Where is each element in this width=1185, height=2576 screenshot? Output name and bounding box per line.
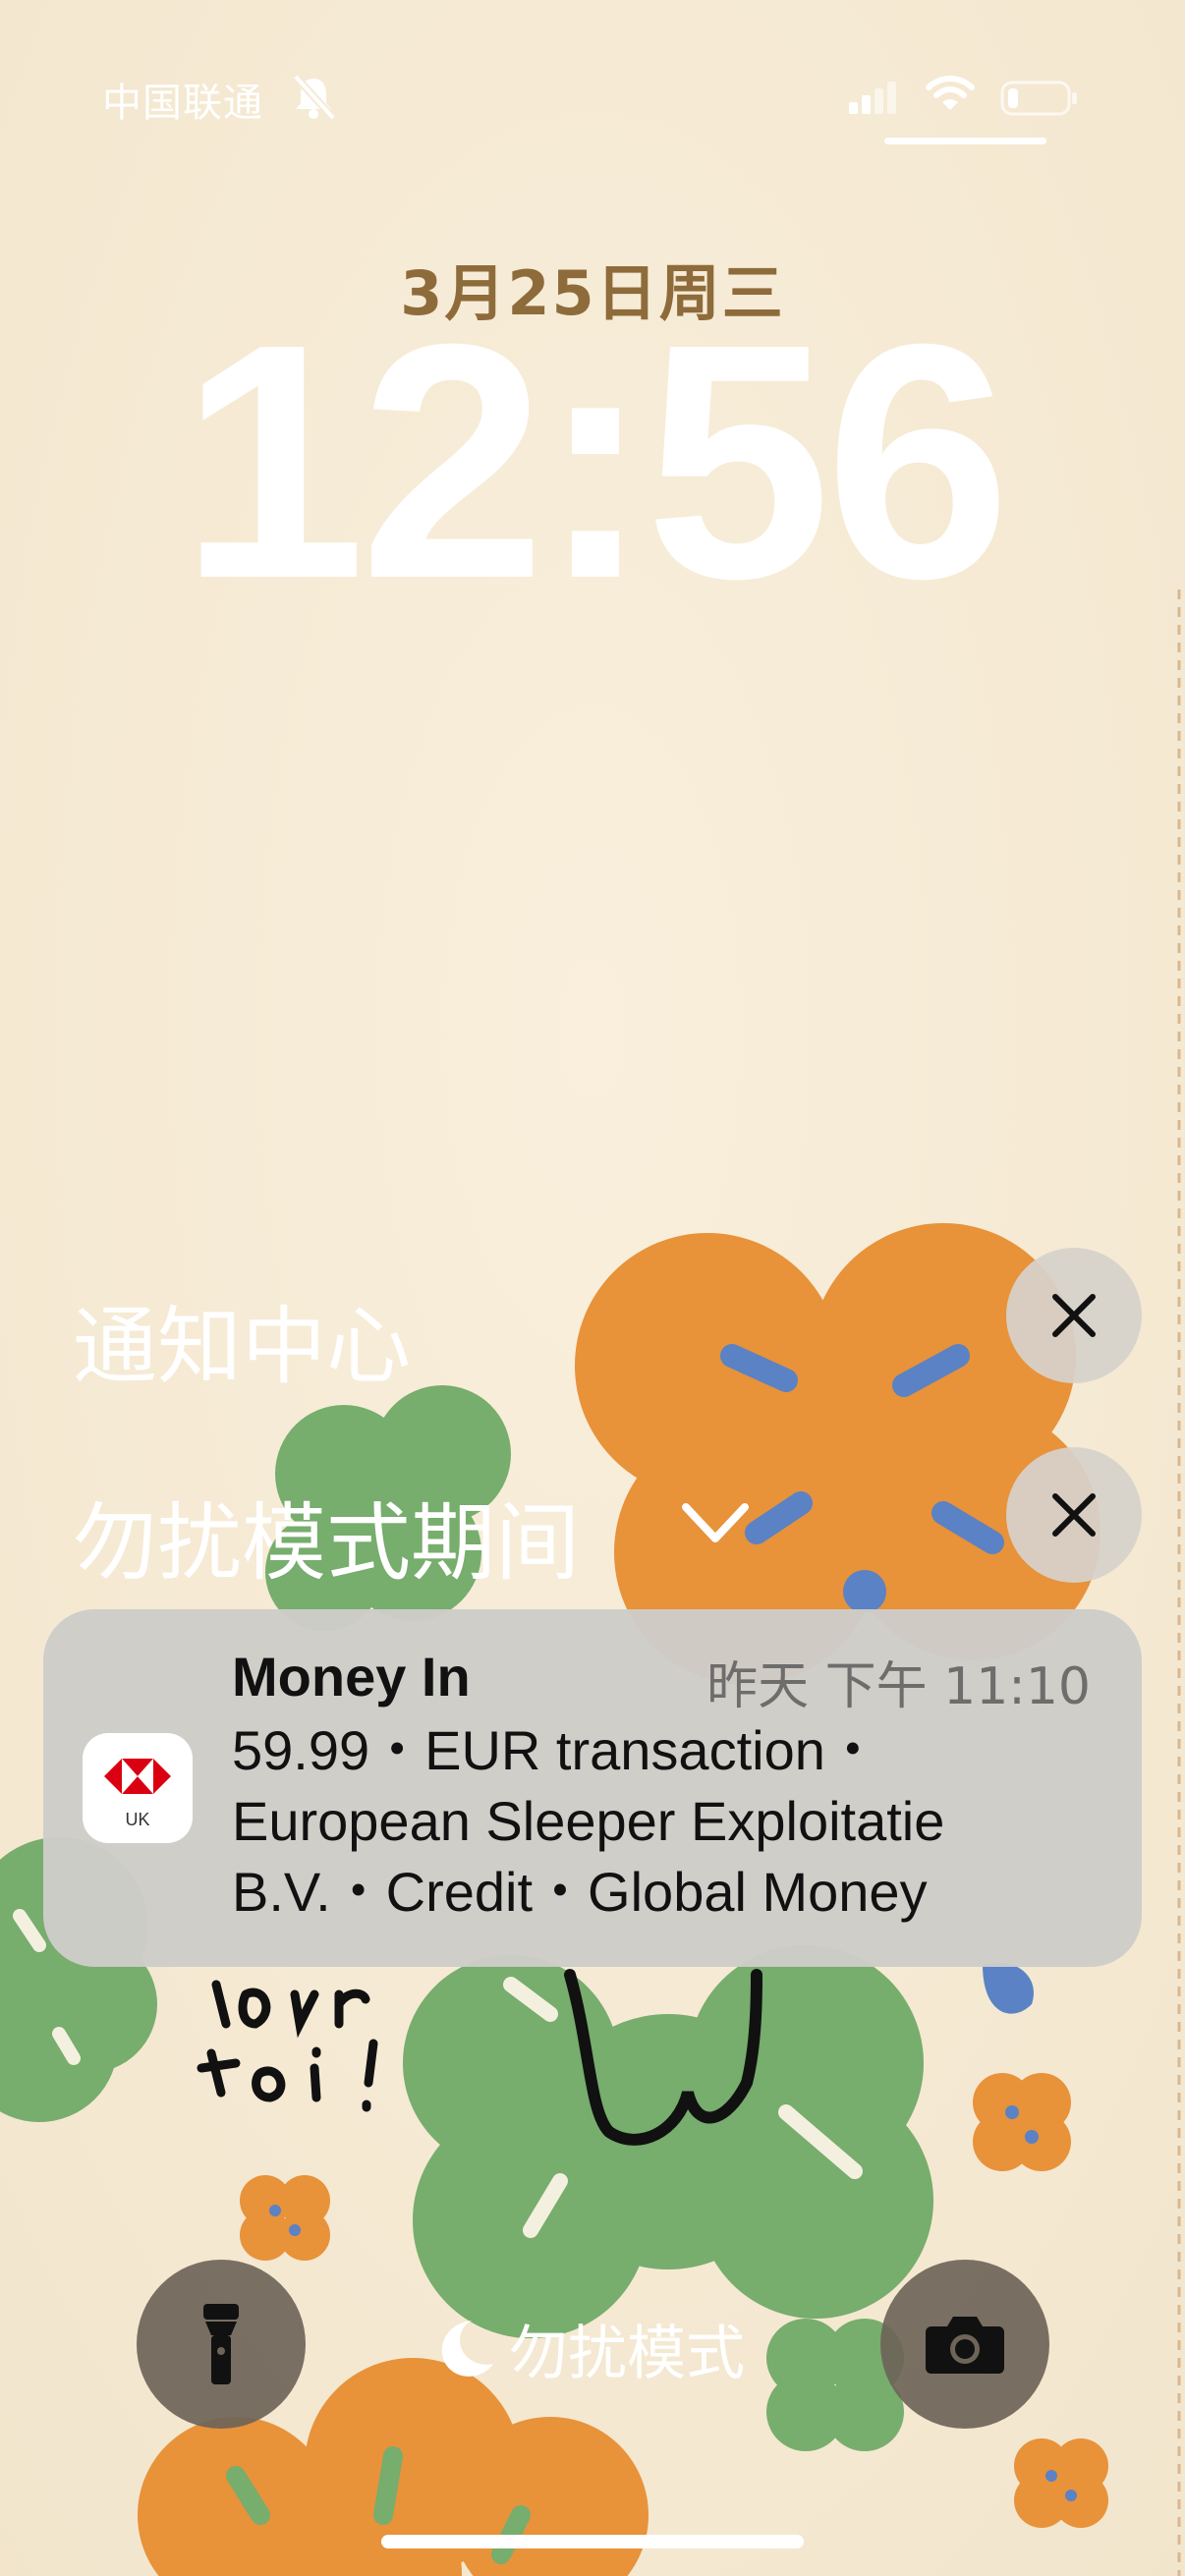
bell-slash-icon <box>293 74 336 121</box>
notification-body-line: European Sleeper Exploitatie <box>232 1790 945 1852</box>
flashlight-button[interactable] <box>137 2260 306 2429</box>
carrier-name: 中国联通 <box>102 81 263 126</box>
camera-icon <box>926 2317 1004 2374</box>
notification-title: Money In <box>232 1646 471 1708</box>
hsbc-uk-icon: UK <box>83 1733 193 1843</box>
status-underline <box>884 138 1046 144</box>
notification-body: 59.99・EUR transaction・ European Sleeper … <box>232 1715 1097 1928</box>
notification-time: 昨天 下午 11:10 <box>706 1657 1091 1716</box>
focus-mode-label: 勿扰模式 <box>509 2319 745 2388</box>
battery-low-icon <box>1000 81 1077 116</box>
flashlight-icon <box>203 2304 239 2384</box>
notification-card[interactable]: UK Money In 昨天 下午 11:10 59.99・EUR transa… <box>43 1609 1142 1967</box>
notification-body-line: 59.99・EUR transaction・ <box>232 1719 880 1781</box>
notification-center-title: 通知中心 <box>73 1298 411 1396</box>
focus-mode-indicator[interactable]: 勿扰模式 <box>432 2309 745 2388</box>
close-icon <box>1052 1493 1096 1537</box>
clear-dnd-section-button[interactable] <box>1006 1447 1142 1583</box>
notification-body-line: B.V.・Credit・Global Money <box>232 1861 928 1923</box>
chevron-down-icon[interactable] <box>678 1493 753 1552</box>
camera-button[interactable] <box>880 2260 1049 2429</box>
app-icon-label: UK <box>125 1810 150 1829</box>
home-indicator[interactable] <box>381 2535 804 2548</box>
moon-icon <box>441 2321 493 2377</box>
wifi-icon <box>926 76 975 110</box>
dnd-section-heading[interactable]: 勿扰模式期间 <box>73 1474 580 1596</box>
lock-screen-clock: 12:56 <box>180 275 1011 648</box>
hsbc-logo-icon <box>104 1759 171 1794</box>
cellular-signal-icon <box>849 82 896 114</box>
close-icon <box>1052 1294 1096 1337</box>
clear-notification-center-button[interactable] <box>1006 1248 1142 1383</box>
status-bar: 中国联通 <box>0 0 1185 196</box>
